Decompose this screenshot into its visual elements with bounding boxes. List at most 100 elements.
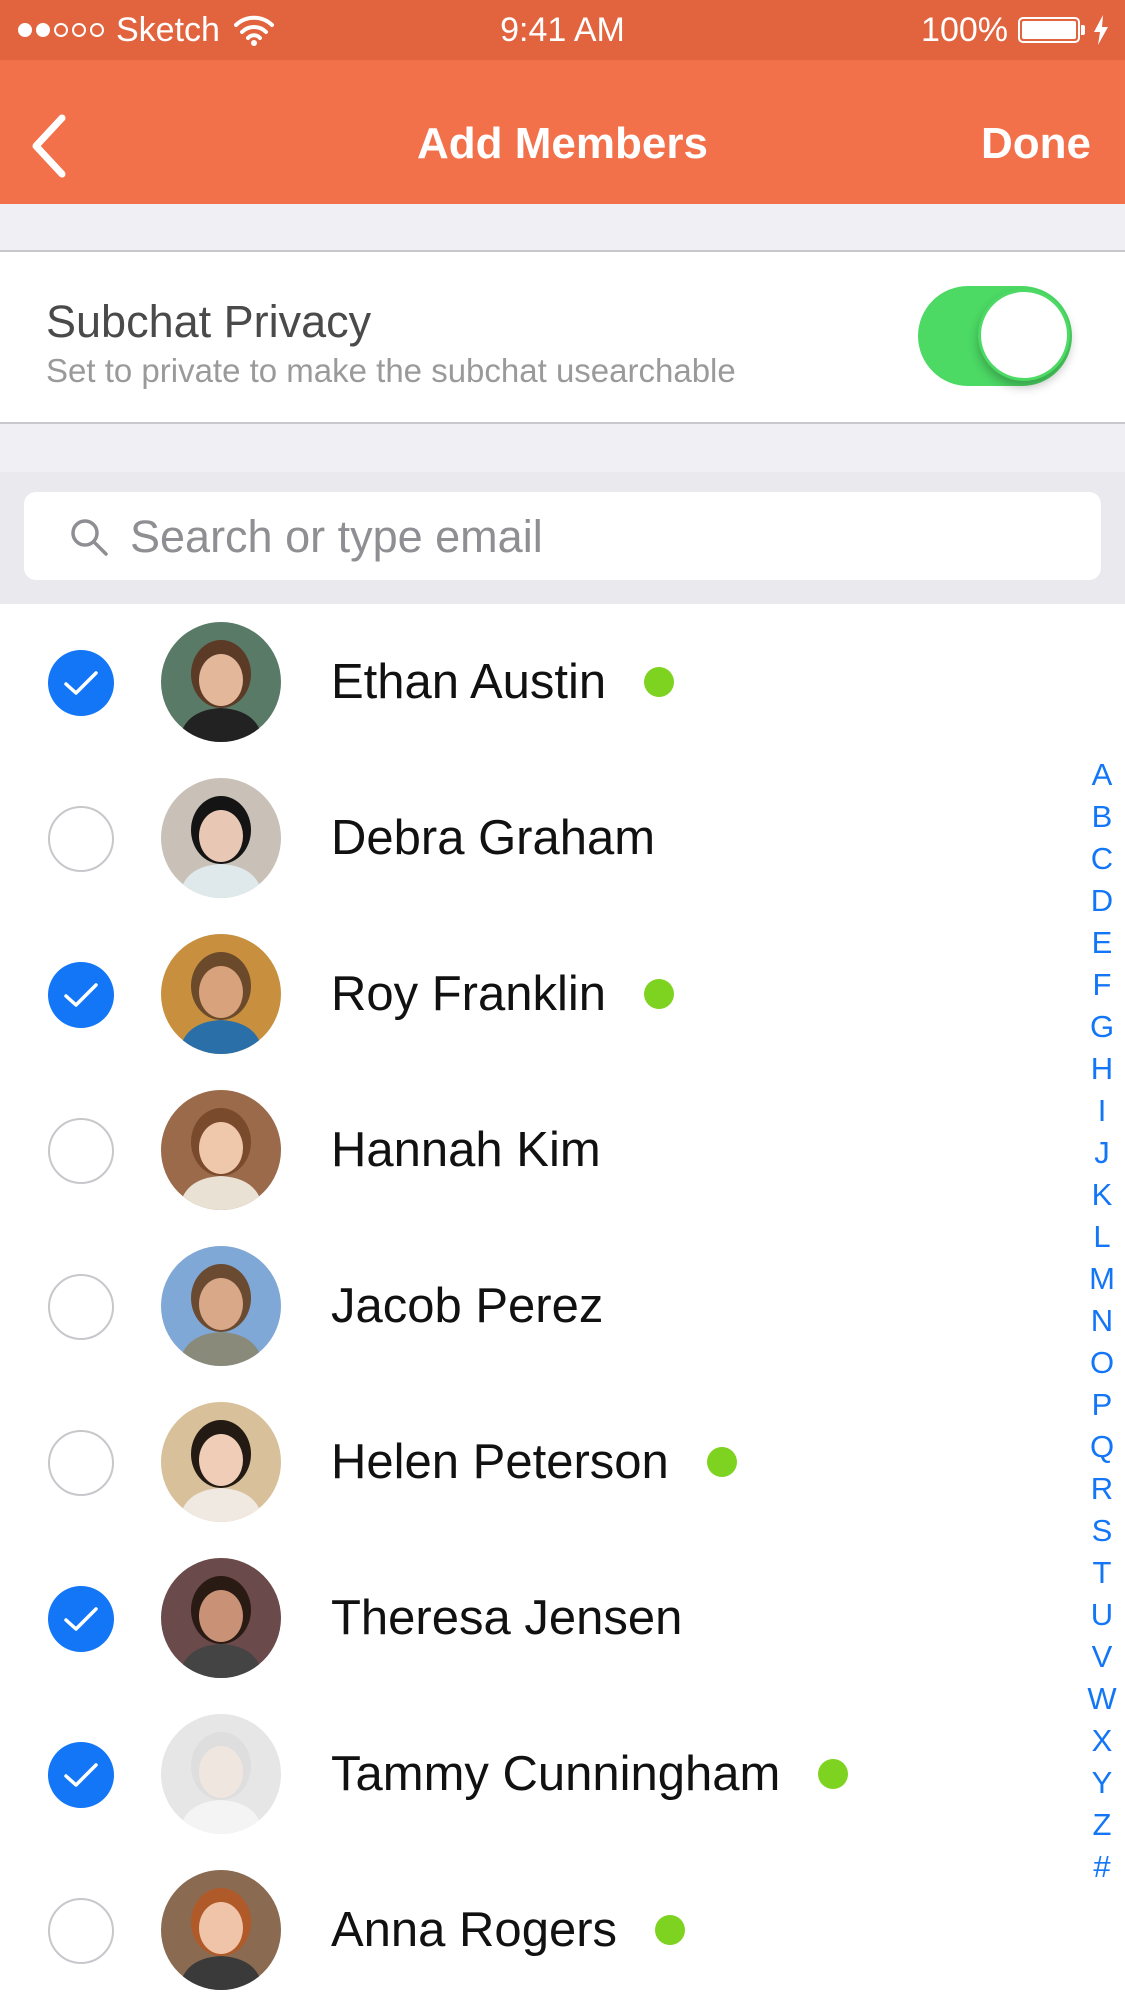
contact-name-text: Ethan Austin [331,655,607,709]
contact-name: Tammy Cunningham [331,1746,849,1802]
search-field-container[interactable] [24,492,1101,580]
index-letter[interactable]: S [1080,1510,1124,1552]
contact-name: Anna Rogers [331,1902,686,1958]
avatar [161,1870,281,1990]
contact-row[interactable]: Theresa Jensen [0,1540,1050,1696]
contact-name: Theresa Jensen [331,1590,682,1646]
alphabet-index[interactable]: A B C D E F G H I J K L M N O P Q R S T U V W X Y Z # [1080,754,1124,1888]
index-letter[interactable]: R [1080,1468,1124,1510]
index-letter[interactable]: L [1080,1216,1124,1258]
privacy-title: Subchat Privacy [46,296,372,347]
contact-row[interactable]: Tammy Cunningham [0,1696,1050,1852]
contact-row[interactable]: Roy Franklin [0,916,1050,1072]
checkbox-checked[interactable] [48,962,114,1028]
checkbox-checked[interactable] [48,650,114,716]
index-letter[interactable]: A [1080,754,1124,796]
contact-name: Hannah Kim [331,1122,601,1178]
contact-name: Roy Franklin [331,966,675,1022]
checkbox-checked[interactable] [48,1586,114,1652]
avatar [161,1090,281,1210]
checkbox-unchecked[interactable] [48,1898,114,1964]
index-letter[interactable]: C [1080,838,1124,880]
search-input[interactable] [128,500,1072,574]
index-letter[interactable]: F [1080,964,1124,1006]
checkmark-icon [64,983,98,1007]
contact-name-text: Hannah Kim [331,1123,601,1177]
contact-row[interactable]: Debra Graham [0,760,1050,916]
index-letter[interactable]: W [1080,1678,1124,1720]
contact-name: Jacob Perez [331,1278,603,1334]
index-letter[interactable]: B [1080,796,1124,838]
privacy-subtitle: Set to private to make the subchat usear… [46,352,736,389]
avatar [161,622,281,742]
online-status-dot [655,1915,686,1945]
index-letter[interactable]: J [1080,1132,1124,1174]
navigation-bar: Sketch 9:41 AM 100% Add Members Done [0,0,1125,204]
contact-name-text: Theresa Jensen [331,1591,683,1645]
online-status-dot [818,1759,849,1789]
contact-name-text: Tammy Cunningham [331,1747,781,1801]
checkmark-icon [64,671,98,695]
status-right: 100% [921,10,1109,50]
index-letter[interactable]: # [1080,1846,1124,1888]
index-letter[interactable]: H [1080,1048,1124,1090]
toggle-knob [978,289,1070,381]
index-letter[interactable]: Y [1080,1762,1124,1804]
battery-cap [1081,25,1085,35]
index-letter[interactable]: E [1080,922,1124,964]
index-letter[interactable]: I [1080,1090,1124,1132]
checkbox-checked[interactable] [48,1742,114,1808]
index-letter[interactable]: Z [1080,1804,1124,1846]
index-letter[interactable]: N [1080,1300,1124,1342]
section-spacer [0,204,1125,252]
contact-name-text: Helen Peterson [331,1435,669,1489]
checkbox-unchecked[interactable] [48,1118,114,1184]
charging-bolt-icon [1094,15,1108,45]
avatar [161,1714,281,1834]
online-status-dot [706,1447,737,1477]
index-letter[interactable]: V [1080,1636,1124,1678]
search-bar [0,472,1125,604]
online-status-dot [644,979,675,1009]
index-letter[interactable]: M [1080,1258,1124,1300]
privacy-toggle[interactable] [918,286,1072,386]
section-spacer [0,424,1125,472]
done-button[interactable]: Done [981,116,1091,172]
index-letter[interactable]: D [1080,880,1124,922]
index-letter[interactable]: X [1080,1720,1124,1762]
avatar [161,934,281,1054]
contact-row[interactable]: Anna Rogers [0,1852,1050,2008]
checkmark-icon [64,1607,98,1631]
search-icon [71,519,108,556]
avatar [161,1402,281,1522]
index-letter[interactable]: K [1080,1174,1124,1216]
checkbox-unchecked[interactable] [48,806,114,872]
contact-name-text: Jacob Perez [331,1279,604,1333]
contact-name-text: Debra Graham [331,811,656,865]
contact-row[interactable]: Jacob Perez [0,1228,1050,1384]
privacy-cell: Subchat Privacy Set to private to make t… [0,250,1125,424]
index-letter[interactable]: T [1080,1552,1124,1594]
checkmark-icon [64,1763,98,1787]
online-status-dot [644,667,675,697]
checkbox-unchecked[interactable] [48,1430,114,1496]
contact-name: Debra Graham [331,810,655,866]
checkbox-unchecked[interactable] [48,1274,114,1340]
contact-row[interactable]: Helen Peterson [0,1384,1050,1540]
index-letter[interactable]: O [1080,1342,1124,1384]
contact-name-text: Roy Franklin [331,967,607,1021]
index-letter[interactable]: G [1080,1006,1124,1048]
avatar [161,778,281,898]
avatar [161,1246,281,1366]
avatar [161,1558,281,1678]
contact-row[interactable]: Ethan Austin [0,604,1050,760]
battery-percent: 100% [921,10,1008,49]
status-bar: Sketch 9:41 AM 100% [0,0,1125,60]
index-letter[interactable]: P [1080,1384,1124,1426]
contact-row[interactable]: Hannah Kim [0,1072,1050,1228]
index-letter[interactable]: U [1080,1594,1124,1636]
index-letter[interactable]: Q [1080,1426,1124,1468]
contact-name: Ethan Austin [331,654,675,710]
contact-name: Helen Peterson [331,1434,737,1490]
page-title: Add Members [417,119,708,168]
